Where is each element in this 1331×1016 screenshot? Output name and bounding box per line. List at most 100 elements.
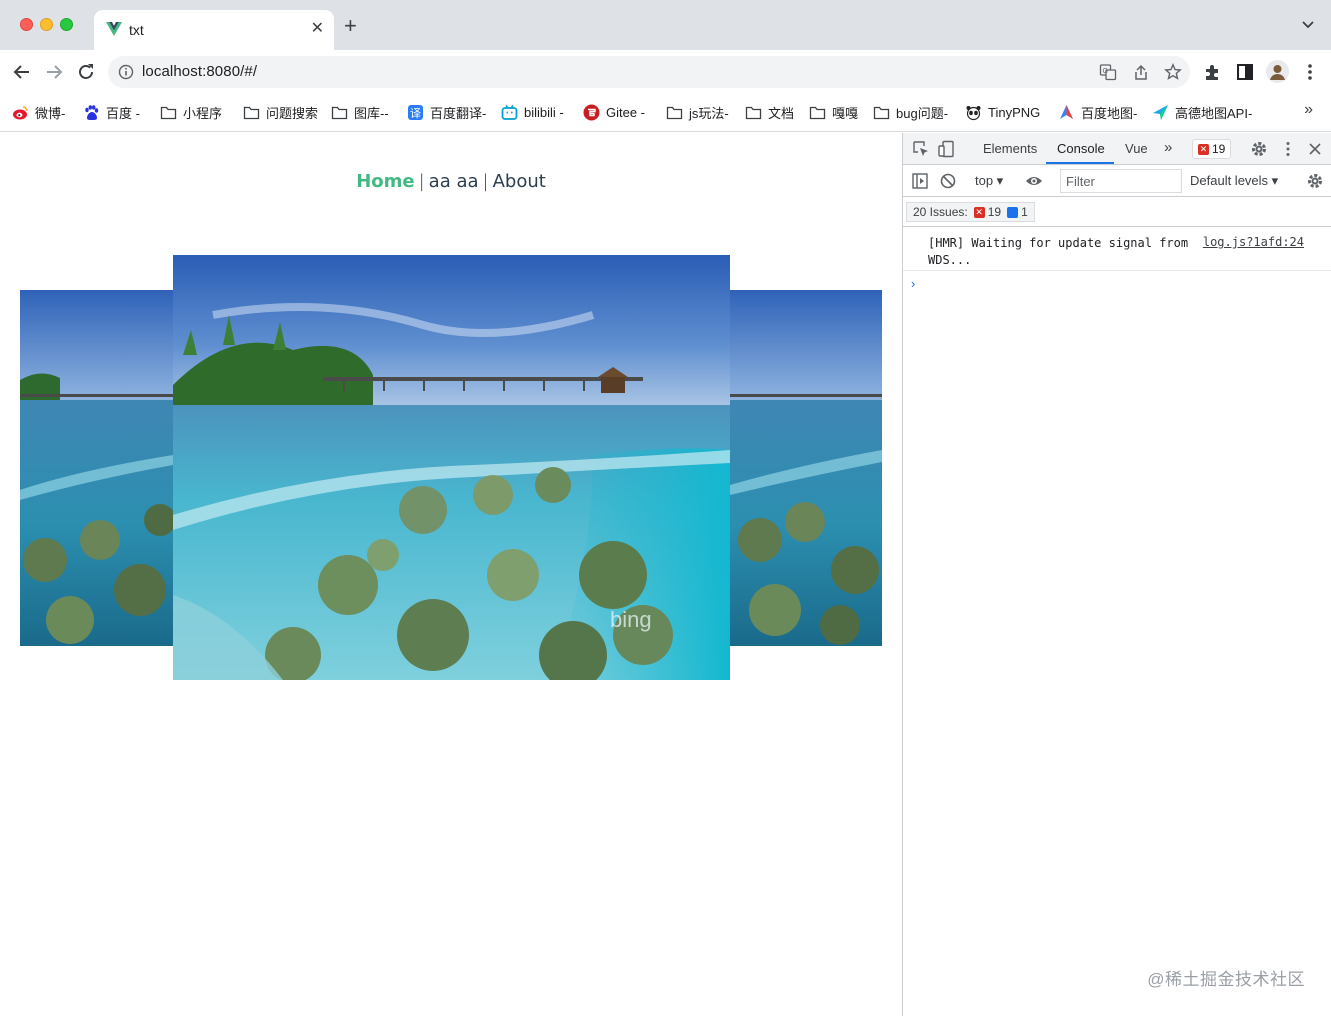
amap-icon — [1153, 104, 1168, 120]
carousel-slide-active[interactable]: bing — [173, 255, 730, 680]
folder-icon — [809, 106, 826, 119]
live-expression-eye-icon[interactable] — [1025, 172, 1043, 190]
console-filter-input[interactable]: Filter — [1060, 169, 1182, 193]
bookmark-label: 百度 - — [106, 105, 140, 121]
context-selector[interactable]: top ▾ — [975, 173, 1003, 189]
bookmark-label: 嘎嘎 — [832, 105, 859, 121]
reload-icon[interactable] — [75, 61, 97, 83]
carousel-slide-prev[interactable] — [20, 290, 173, 646]
ocean-reef-image: bing — [173, 255, 730, 680]
tab-console[interactable]: Console — [1057, 141, 1105, 156]
settings-gear-icon[interactable] — [1250, 140, 1268, 158]
bookmark-label: 微博- — [35, 105, 66, 121]
more-bookmarks-chevron-icon[interactable]: » — [1304, 101, 1313, 119]
nav-link-aa[interactable]: aa aa — [429, 171, 479, 192]
app-nav: Home | aa aa | About — [0, 171, 902, 192]
forward-arrow-icon[interactable] — [43, 61, 65, 83]
bookmark-item[interactable]: 百度地图- — [1058, 102, 1137, 122]
bookmark-item[interactable]: TinyPNG — [965, 102, 1040, 122]
nav-separator: | — [482, 171, 489, 192]
folder-icon — [160, 106, 177, 119]
profile-avatar[interactable] — [1266, 60, 1289, 83]
more-tabs-chevron-icon[interactable]: » — [1164, 139, 1172, 156]
vue-logo-icon — [106, 22, 122, 36]
tab-vue[interactable]: Vue — [1125, 141, 1148, 156]
nav-link-about[interactable]: About — [493, 171, 546, 192]
site-info-icon[interactable] — [118, 64, 134, 80]
folder-icon — [666, 106, 683, 119]
bookmark-item[interactable]: 嘎嘎 — [809, 102, 858, 122]
inspect-element-icon[interactable] — [912, 140, 930, 158]
extensions-puzzle-icon[interactable] — [1203, 62, 1223, 82]
ocean-reef-image — [730, 290, 882, 646]
side-panel-icon[interactable] — [1235, 62, 1255, 82]
nav-link-home[interactable]: Home — [356, 171, 414, 192]
user-icon — [1270, 65, 1285, 80]
weibo-icon — [13, 105, 28, 119]
new-tab-button[interactable]: + — [344, 15, 357, 37]
tab-close-icon[interactable]: ✕ — [311, 19, 324, 39]
devtools-tabbar: Elements Console Vue » ✕ 19 — [903, 133, 1331, 165]
bookmark-star-icon[interactable] — [1164, 63, 1182, 81]
translate-icon[interactable]: G — [1099, 63, 1117, 81]
folder-icon — [243, 106, 260, 119]
bookmark-label: 百度翻译- — [430, 105, 487, 121]
bookmark-item[interactable]: 百度 - — [83, 102, 140, 122]
bookmark-label: bug问题- — [896, 105, 949, 121]
tab-search-chevron-icon[interactable] — [1301, 18, 1315, 32]
bookmark-item[interactable]: bug问题- — [873, 102, 948, 122]
log-source-link[interactable]: log.js?1afd:24 — [1203, 235, 1304, 249]
bookmark-item[interactable]: 小程序 — [160, 102, 222, 122]
tab-title: txt — [129, 22, 144, 38]
devtools-panel: Elements Console Vue » ✕ 19 top ▾ Filter… — [902, 133, 1331, 1016]
bookmark-item[interactable]: 问题搜索 — [243, 102, 318, 122]
bookmark-label: 高德地图API- — [1175, 105, 1253, 121]
bookmark-label: Gitee - — [606, 104, 646, 120]
show-sidebar-icon[interactable] — [911, 172, 929, 190]
address-bar[interactable]: localhost:8080/#/ G — [108, 56, 1190, 88]
error-count-badge[interactable]: ✕ 19 — [1192, 139, 1232, 159]
svg-text:译: 译 — [410, 107, 421, 120]
ocean-reef-image — [20, 290, 173, 646]
bookmark-item[interactable]: bilibili - — [501, 102, 564, 122]
bookmark-item[interactable]: js玩法- — [666, 102, 729, 122]
clear-console-icon[interactable] — [939, 172, 957, 190]
window-minimize-button[interactable] — [40, 18, 53, 31]
console-prompt-chevron-icon[interactable]: › — [911, 276, 915, 291]
error-count: 19 — [1212, 142, 1226, 156]
browser-menu-icon[interactable] — [1300, 62, 1320, 82]
console-settings-gear-icon[interactable] — [1306, 172, 1324, 190]
issue-error-icon: ✕ — [973, 206, 985, 218]
tab-elements[interactable]: Elements — [983, 141, 1037, 156]
carousel-slide-next[interactable] — [730, 290, 882, 646]
console-log-row: [HMR] Waiting for update signal from WDS… — [903, 227, 1331, 271]
close-devtools-icon[interactable] — [1306, 140, 1324, 158]
issue-info-icon — [1007, 206, 1019, 218]
bookmark-label: js玩法- — [689, 105, 729, 121]
folder-icon — [873, 106, 890, 119]
bookmark-item[interactable]: 微博- — [12, 102, 65, 122]
back-arrow-icon[interactable] — [11, 61, 33, 83]
console-toolbar: top ▾ Filter Default levels ▾ — [903, 165, 1331, 197]
bookmark-item[interactable]: 高德地图API- — [1152, 102, 1252, 122]
bookmark-label: bilibili - — [524, 104, 564, 120]
window-maximize-button[interactable] — [60, 18, 73, 31]
gitee-icon — [583, 104, 600, 120]
bookmark-item[interactable]: 文档 — [745, 102, 794, 122]
browser-tab[interactable]: txt ✕ — [94, 10, 334, 50]
folder-icon — [745, 106, 762, 119]
log-levels-dropdown[interactable]: Default levels ▾ — [1190, 173, 1278, 189]
issues-counter[interactable]: 20 Issues: ✕ 19 1 — [906, 202, 1035, 222]
bookmark-label: 百度地图- — [1081, 105, 1138, 121]
active-tab-indicator — [1046, 162, 1114, 164]
devtools-menu-icon[interactable] — [1279, 140, 1297, 158]
bookmark-label: 小程序 — [183, 105, 223, 121]
folder-icon — [331, 106, 348, 119]
device-toolbar-icon[interactable] — [937, 140, 955, 158]
bookmark-item[interactable]: Gitee - — [583, 102, 645, 122]
bookmark-item[interactable]: 译 百度翻译- — [407, 102, 486, 122]
window-close-button[interactable] — [20, 18, 33, 31]
bookmark-item[interactable]: 图库-- — [331, 102, 389, 122]
address-url: localhost:8080/#/ — [142, 63, 258, 80]
share-icon[interactable] — [1132, 63, 1150, 81]
